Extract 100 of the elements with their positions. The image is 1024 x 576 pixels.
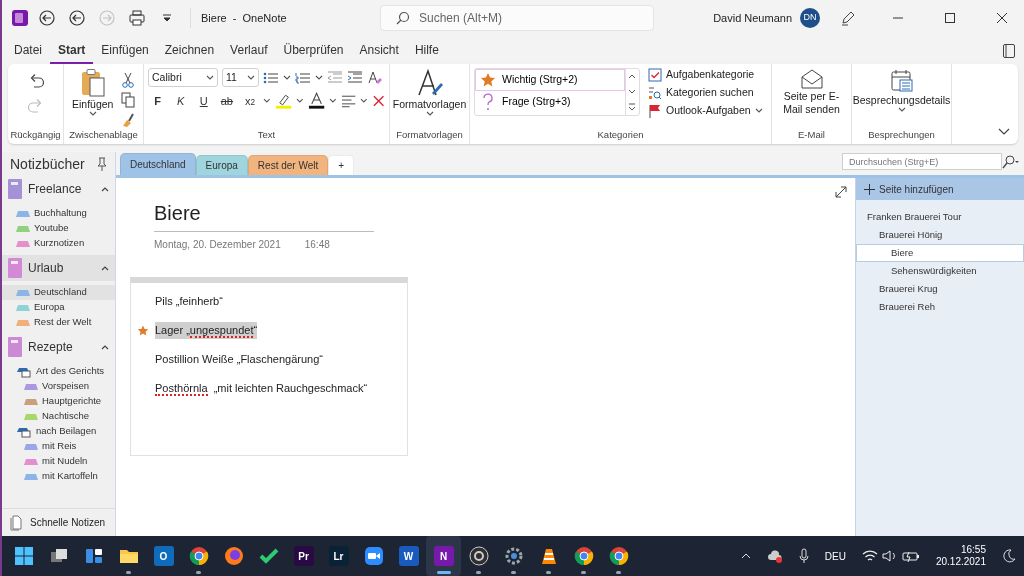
tag-action-button[interactable]: Outlook-Aufgaben	[648, 104, 763, 118]
menu-tab[interactable]: Hilfe	[406, 36, 447, 64]
styles-button[interactable]: Formatvorlagen	[388, 68, 471, 118]
section-item[interactable]: Hauptgerichte	[2, 394, 115, 409]
notebook-icon[interactable]	[1002, 42, 1016, 59]
section-group[interactable]: nach Beilagen	[2, 424, 115, 439]
app-logo-icon	[10, 8, 30, 28]
clock-date[interactable]: 20.12.2021	[935, 556, 986, 568]
section-item[interactable]: mit Nudeln	[2, 454, 115, 469]
page-item[interactable]: Franken Brauerei Tour	[856, 208, 1024, 226]
speaker-icon[interactable]	[881, 549, 898, 563]
collapse-ribbon-icon[interactable]	[998, 128, 1010, 136]
section-tab[interactable]: Rest der Welt	[247, 155, 329, 175]
quick-notes-link[interactable]: Schnelle Notizen	[30, 515, 106, 530]
page-title[interactable]: Biere	[154, 202, 201, 224]
chevron-up-icon[interactable]	[740, 552, 751, 560]
section-item[interactable]: Buchhaltung	[2, 206, 115, 221]
user-name[interactable]: David Neumann	[713, 9, 792, 27]
caret-icon	[897, 107, 906, 114]
menu-tab[interactable]: Datei	[6, 36, 50, 64]
section-group[interactable]: Art des Gerichts	[2, 364, 115, 379]
collapse-chevron-icon[interactable]	[101, 265, 109, 271]
note-text[interactable]: Lager „ungespundet“	[155, 322, 258, 339]
menu-tab[interactable]: Ansicht	[351, 36, 407, 64]
collapse-chevron-icon[interactable]	[101, 186, 109, 192]
section-tab[interactable]: Deutschland	[120, 153, 196, 175]
paintbrush-icon[interactable]	[121, 112, 136, 128]
note-text[interactable]: Pils „feinherb“	[155, 293, 223, 310]
note-text[interactable]: Posthörnla „mit leichten Rauchgeschmack“	[155, 380, 368, 397]
format-button[interactable]: U	[194, 91, 214, 111]
search-icon[interactable]	[1002, 154, 1020, 169]
taskbar-app-button[interactable]: O	[146, 536, 181, 576]
section-tab[interactable]: Europa	[195, 155, 248, 175]
bullet-list-icon[interactable]	[263, 70, 279, 85]
section-item[interactable]: mit Kartoffeln	[2, 469, 115, 484]
taskbar-app-button[interactable]: Pr	[286, 536, 321, 576]
font-size-select[interactable]: 11	[222, 68, 259, 87]
delete-icon[interactable]	[371, 94, 386, 108]
highlighter-icon[interactable]	[275, 92, 293, 110]
format-button[interactable]: F	[148, 91, 168, 111]
moon-icon[interactable]	[1002, 549, 1016, 563]
scissors-icon[interactable]	[121, 72, 136, 88]
tag-item[interactable]: Frage (Strg+3)	[475, 91, 625, 113]
font-select[interactable]: Calibri	[148, 68, 218, 87]
add-page-button[interactable]: Seite hinzufügen	[856, 178, 1024, 200]
taskbar-app-button[interactable]: Lr	[321, 536, 356, 576]
format-button[interactable]: x$_{2}$	[240, 91, 260, 111]
note-text[interactable]: Postillion Weiße „Flaschengärung“	[155, 351, 323, 368]
search-field[interactable]: Durchsuchen (Strg+E)	[842, 153, 1002, 170]
taskbar-app-button[interactable]: N	[426, 536, 461, 576]
group-label: Text	[256, 127, 277, 142]
copy-icon[interactable]	[121, 92, 136, 108]
section-item[interactable]: Kurznotizen	[2, 236, 115, 251]
section-item[interactable]: Nachtische	[2, 409, 115, 424]
format-button[interactable]: K	[171, 91, 191, 111]
page-item[interactable]: Brauerei Krug	[856, 280, 1024, 298]
menu-tab[interactable]: Verlauf	[222, 36, 276, 64]
notebook-item[interactable]: Freelance	[2, 176, 115, 202]
wifi-icon[interactable]	[861, 549, 878, 563]
section-item[interactable]: Vorspeisen	[2, 379, 115, 394]
tag-action-button[interactable]: Kategorien suchen	[648, 86, 763, 100]
paste-button[interactable]: Einfügen	[68, 68, 118, 128]
format-button[interactable]: ab	[217, 91, 237, 111]
notebook-item[interactable]: Urlaub	[2, 255, 115, 281]
section-item[interactable]: Youtube	[2, 221, 115, 236]
tag-item[interactable]: Wichtig (Strg+2)	[475, 69, 625, 91]
numbered-list-icon[interactable]	[295, 70, 311, 85]
page-item[interactable]: Brauerei Hönig	[856, 226, 1024, 244]
cloud-icon[interactable]	[766, 549, 783, 563]
language-indicator[interactable]: DEU	[824, 548, 846, 564]
clock-time[interactable]: 16:55	[960, 544, 986, 556]
align-icon[interactable]	[340, 94, 357, 108]
pin-icon[interactable]	[97, 157, 107, 171]
page-item[interactable]: Sehenswürdigkeiten	[856, 262, 1024, 280]
user-avatar[interactable]: DN	[800, 8, 820, 28]
section-item[interactable]: mit Reis	[2, 439, 115, 454]
section-item[interactable]: Rest der Welt	[2, 315, 115, 330]
section-tab[interactable]: +	[328, 155, 355, 175]
printer-icon[interactable]	[128, 9, 146, 27]
microphone-icon[interactable]	[798, 548, 809, 564]
maximize-icon[interactable]	[945, 13, 955, 23]
section-item[interactable]: Europa	[2, 300, 115, 315]
section-item[interactable]: Deutschland	[2, 285, 115, 300]
page-item[interactable]: Biere	[856, 244, 1024, 262]
font-color-icon[interactable]	[307, 92, 326, 110]
page-item[interactable]: Brauerei Reh	[856, 298, 1024, 316]
menu-tab[interactable]: Einfügen	[93, 36, 157, 64]
close-icon[interactable]	[997, 13, 1007, 23]
menu-tab[interactable]: Zeichnen	[156, 36, 223, 64]
pen-icon[interactable]	[840, 10, 856, 26]
taskbar-app-button[interactable]: W	[391, 536, 426, 576]
group-label: Rückgängig	[10, 127, 61, 142]
expand-icon[interactable]	[835, 186, 847, 198]
search-field[interactable]: Suchen (Alt+M)	[380, 5, 654, 31]
tag-action-button[interactable]: Aufgabenkategorie	[648, 68, 763, 82]
menu-tab[interactable]: Überprüfen	[275, 36, 352, 64]
collapse-chevron-icon[interactable]	[101, 344, 109, 350]
clear-format-icon[interactable]	[367, 69, 383, 86]
battery-icon[interactable]	[901, 549, 920, 563]
notebook-item[interactable]: Rezepte	[2, 334, 115, 360]
